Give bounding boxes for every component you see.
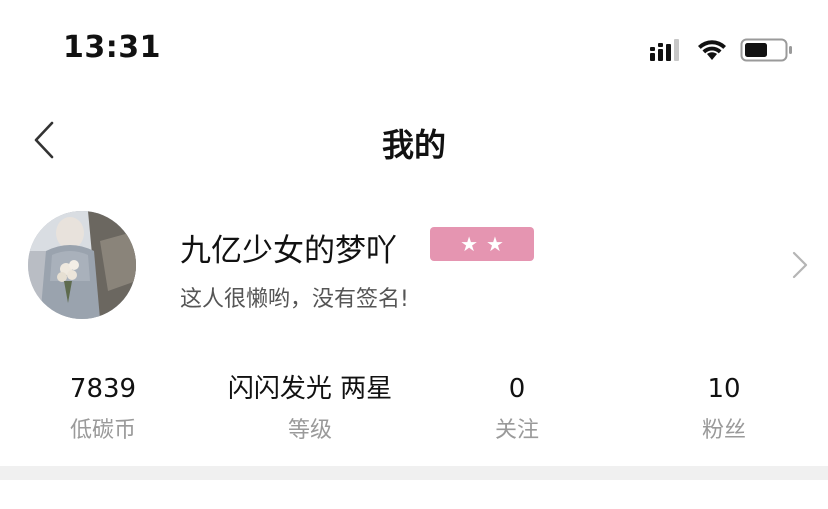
nav-bar: 我的 — [0, 96, 828, 184]
profile-card[interactable]: 九亿少女的梦吖 ★ ★ 这人很懒哟，没有签名! — [0, 205, 828, 325]
stat-label: 等级 — [287, 418, 333, 443]
level-badge: ★ ★ — [430, 227, 534, 261]
stat-level[interactable]: 闪闪发光 两星 等级 — [228, 370, 392, 444]
section-divider — [0, 466, 828, 480]
chevron-right-icon — [792, 251, 808, 279]
stat-followers[interactable]: 10 粉丝 — [702, 370, 746, 444]
stat-label: 粉丝 — [701, 418, 747, 443]
stat-value: 10 — [707, 374, 741, 404]
stat-value: 0 — [508, 374, 526, 404]
stat-carbon-coins[interactable]: 7839 低碳币 — [70, 370, 136, 444]
status-bar: 13:31 — [0, 0, 828, 96]
star-icon: ★ — [460, 232, 478, 256]
wifi-icon — [698, 40, 726, 60]
star-icon: ★ — [486, 232, 504, 256]
stat-following[interactable]: 0 关注 — [495, 370, 539, 444]
username: 九亿少女的梦吖 — [180, 233, 397, 269]
status-icons — [650, 36, 794, 64]
stat-label: 低碳币 — [69, 418, 137, 443]
stat-value: 闪闪发光 两星 — [227, 374, 393, 404]
stat-label: 关注 — [494, 418, 540, 443]
avatar[interactable] — [28, 211, 136, 319]
signature: 这人很懒哟，没有签名! — [180, 287, 409, 312]
avatar-photo — [28, 211, 136, 319]
signal-icon — [650, 39, 679, 61]
status-time: 13:31 — [63, 30, 161, 65]
page-title: 我的 — [381, 126, 446, 164]
stats-row: 7839 低碳币 闪闪发光 两星 等级 0 关注 10 粉丝 — [0, 370, 828, 450]
stat-value: 7839 — [69, 374, 137, 404]
battery-icon — [740, 38, 792, 62]
profile-screen: 13:31 我的 九亿少女的梦吖 ★ ★ 这人很懒哟，没有签名! 7839 低碳… — [0, 0, 828, 509]
